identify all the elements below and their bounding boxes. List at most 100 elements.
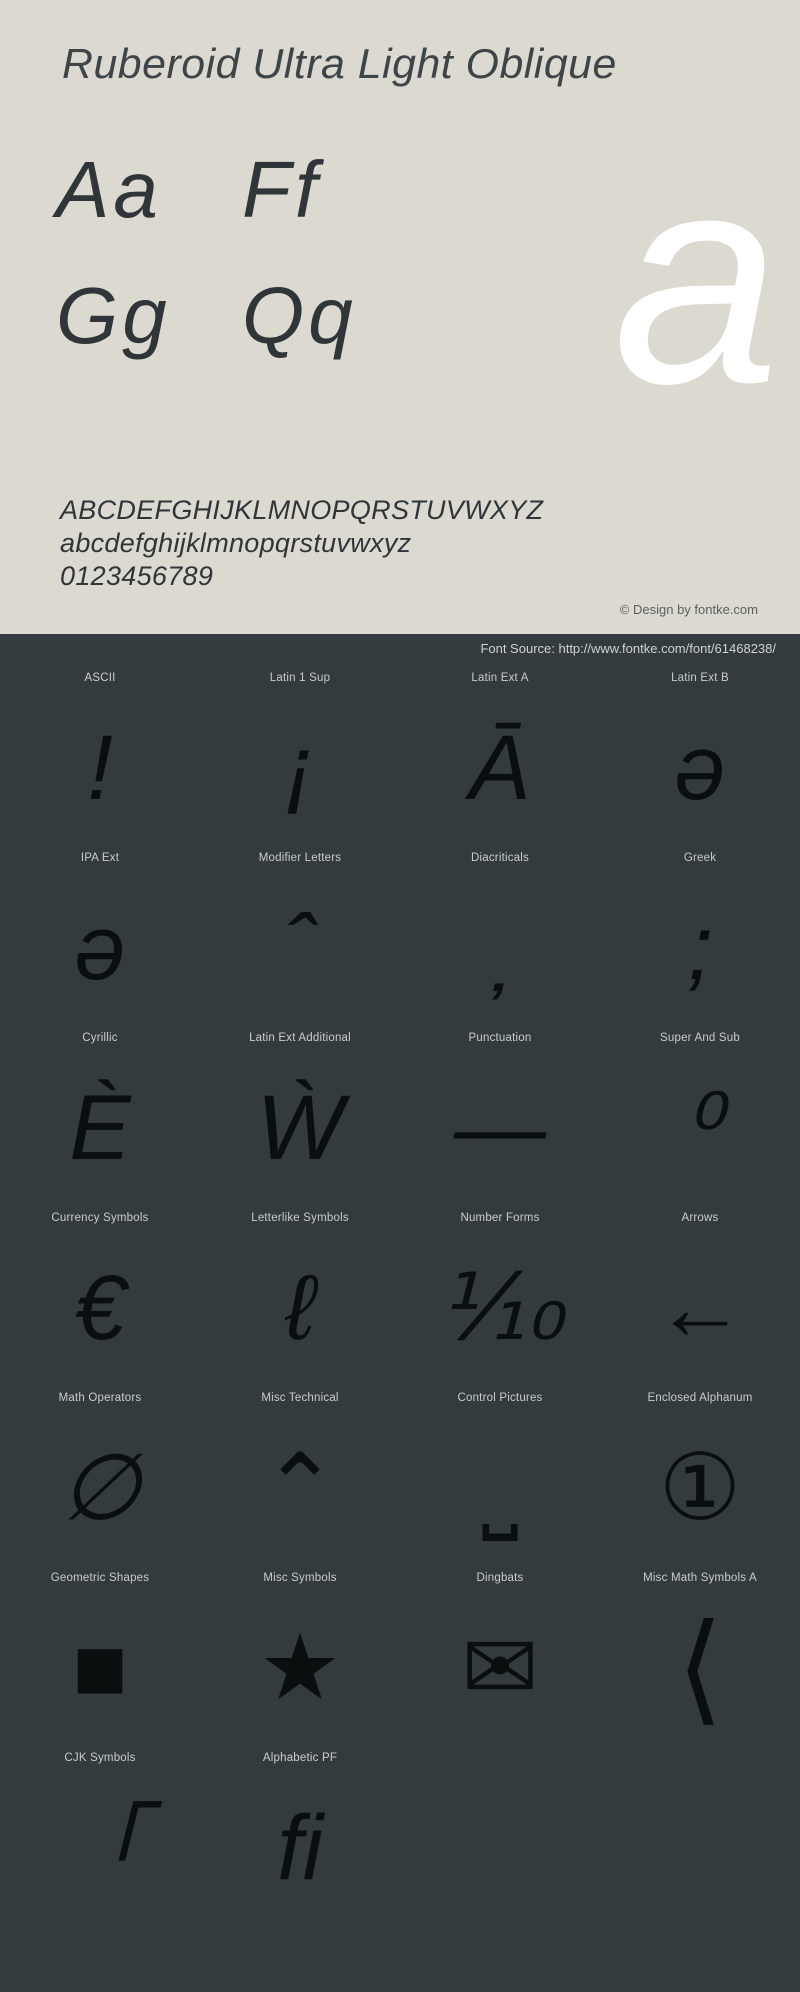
alphabet-block: ABCDEFGHIJKLMNOPQRSTUVWXYZ abcdefghijklm… xyxy=(60,494,543,593)
watermark-glyph: a xyxy=(613,110,780,446)
unicode-block-cell[interactable]: CJK Symbols 「 xyxy=(0,1748,200,1928)
unicode-block-row: CJK Symbols 「 Alphabetic PF ﬁ xyxy=(0,1748,800,1928)
unicode-block-glyph: ⌃ xyxy=(261,1437,339,1539)
unicode-block-label: Arrows xyxy=(681,1212,719,1224)
unicode-block-cell[interactable]: Letterlike Symbols ℓ xyxy=(200,1208,400,1388)
unicode-block-label: Dingbats xyxy=(476,1572,524,1584)
unicode-block-cell[interactable]: Latin Ext Additional Ẁ xyxy=(200,1028,400,1208)
letter-pair-row: Gg Qq xyxy=(56,276,476,402)
unicode-block-cell[interactable]: Math Operators ∅ xyxy=(0,1388,200,1568)
unicode-block-label: ASCII xyxy=(84,672,116,684)
unicode-block-cell[interactable]: Control Pictures ⎵ xyxy=(400,1388,600,1568)
unicode-block-cell[interactable]: Alphabetic PF ﬁ xyxy=(200,1748,400,1928)
specimen-preview-panel: a Ruberoid Ultra Light Oblique Aa Ff Gg … xyxy=(0,0,800,634)
letter-pair-sample: Gg xyxy=(56,271,171,360)
unicode-block-glyph: ə xyxy=(74,897,126,999)
unicode-block-label: Latin Ext Additional xyxy=(249,1032,351,1044)
unicode-block-cell[interactable]: Geometric Shapes ■ xyxy=(0,1568,200,1748)
letter-pair-sample: Ff xyxy=(242,145,322,234)
unicode-block-cell[interactable]: Greek ; xyxy=(600,848,800,1028)
unicode-block-cell[interactable]: Enclosed Alphanum ① xyxy=(600,1388,800,1568)
alphabet-uppercase-line: ABCDEFGHIJKLMNOPQRSTUVWXYZ xyxy=(60,495,544,525)
unicode-block-glyph xyxy=(400,1768,600,1928)
unicode-block-cell xyxy=(400,1748,600,1928)
unicode-block-cell[interactable]: Latin Ext B ǝ xyxy=(600,668,800,848)
unicode-block-cell[interactable]: Super And Sub ⁰ xyxy=(600,1028,800,1208)
unicode-block-glyph: — xyxy=(454,1077,546,1179)
page-title: Ruberoid Ultra Light Oblique xyxy=(62,40,617,87)
font-specimen-page: a Ruberoid Ultra Light Oblique Aa Ff Gg … xyxy=(0,0,800,1992)
unicode-block-glyph: ■ xyxy=(72,1617,128,1719)
unicode-block-label: Punctuation xyxy=(468,1032,532,1044)
unicode-block-label: Cyrillic xyxy=(82,1032,118,1044)
unicode-block-label: CJK Symbols xyxy=(64,1752,136,1764)
unicode-block-label: Letterlike Symbols xyxy=(251,1212,349,1224)
unicode-block-cell[interactable]: ASCII ! xyxy=(0,668,200,848)
unicode-block-cell[interactable]: Latin Ext A Ā xyxy=(400,668,600,848)
unicode-block-row: IPA Ext ə Modifier Letters ˆ Diacritical… xyxy=(0,848,800,1028)
unicode-block-glyph: ⅒ xyxy=(436,1257,564,1359)
unicode-block-label: Modifier Letters xyxy=(258,852,342,864)
unicode-block-glyph: ⁰ xyxy=(681,1077,719,1179)
unicode-block-label: Currency Symbols xyxy=(51,1212,149,1224)
unicode-block-label: Super And Sub xyxy=(660,1032,740,1044)
unicode-block-label: Number Forms xyxy=(460,1212,540,1224)
unicode-block-row: ASCII ! Latin 1 Sup ¡ Latin Ext A Ā Lati… xyxy=(0,668,800,848)
unicode-block-glyph: Ẁ xyxy=(256,1077,344,1179)
unicode-block-cell xyxy=(600,1748,800,1928)
unicode-block-glyph: ← xyxy=(654,1257,746,1359)
unicode-block-cell[interactable]: Dingbats ✉ xyxy=(400,1568,600,1748)
unicode-block-glyph: ˆ xyxy=(284,897,316,999)
unicode-block-cell[interactable]: Punctuation — xyxy=(400,1028,600,1208)
unicode-block-cell[interactable]: Misc Math Symbols A ⟨ xyxy=(600,1568,800,1748)
unicode-block-glyph: Ѐ xyxy=(69,1077,131,1179)
letter-pair-grid: Aa Ff Gg Qq xyxy=(56,150,476,402)
unicode-block-grid: ASCII ! Latin 1 Sup ¡ Latin Ext A Ā Lati… xyxy=(0,662,800,1928)
unicode-block-glyph: ; xyxy=(687,897,713,999)
unicode-blocks-panel: Font Source: http://www.fontke.com/font/… xyxy=(0,634,800,1992)
unicode-block-label: Alphabetic PF xyxy=(262,1752,338,1764)
unicode-block-cell[interactable]: Number Forms ⅒ xyxy=(400,1208,600,1388)
font-source-link[interactable]: Font Source: http://www.fontke.com/font/… xyxy=(480,641,776,656)
letter-pair-sample: Aa xyxy=(56,145,162,234)
unicode-block-cell[interactable]: Misc Technical ⌃ xyxy=(200,1388,400,1568)
unicode-block-glyph: ⎵ xyxy=(481,1437,519,1539)
unicode-block-cell[interactable]: IPA Ext ə xyxy=(0,848,200,1028)
unicode-block-cell[interactable]: Misc Symbols ★ xyxy=(200,1568,400,1748)
unicode-block-glyph: ̦ xyxy=(400,868,600,1028)
unicode-block-cell[interactable]: Modifier Letters ˆ xyxy=(200,848,400,1028)
alphabet-lowercase-line: abcdefghijklmnopqrstuvwxyz xyxy=(60,528,412,558)
alphabet-digits-line: 0123456789 xyxy=(60,561,214,591)
unicode-block-label: Diacriticals xyxy=(471,852,529,864)
unicode-block-glyph: ★ xyxy=(258,1617,342,1719)
unicode-block-glyph: ! xyxy=(87,717,113,819)
unicode-block-glyph: Ā xyxy=(469,717,531,819)
unicode-block-row: Math Operators ∅ Misc Technical ⌃ Contro… xyxy=(0,1388,800,1568)
font-source-bar: Font Source: http://www.fontke.com/font/… xyxy=(0,634,800,662)
unicode-block-label: Misc Symbols xyxy=(263,1572,337,1584)
unicode-block-glyph: ∅ xyxy=(59,1437,141,1539)
unicode-block-label: Latin 1 Sup xyxy=(269,672,331,684)
unicode-block-glyph: € xyxy=(74,1257,126,1359)
unicode-block-label: Greek xyxy=(683,852,717,864)
unicode-block-glyph: ✉ xyxy=(461,1617,539,1719)
unicode-block-glyph: ¡ xyxy=(284,717,316,819)
unicode-block-label: Misc Math Symbols A xyxy=(643,1572,757,1584)
unicode-block-glyph: 「 xyxy=(53,1797,146,1899)
design-credit: © Design by fontke.com xyxy=(619,602,758,617)
unicode-block-cell[interactable]: Cyrillic Ѐ xyxy=(0,1028,200,1208)
unicode-block-label: Control Pictures xyxy=(457,1392,543,1404)
letter-pair-row: Aa Ff xyxy=(56,150,476,276)
unicode-block-glyph: ﬁ xyxy=(277,1797,323,1899)
unicode-block-cell[interactable]: Latin 1 Sup ¡ xyxy=(200,668,400,848)
unicode-block-label: IPA Ext xyxy=(80,852,120,864)
unicode-block-row: Cyrillic Ѐ Latin Ext Additional Ẁ Punctu… xyxy=(0,1028,800,1208)
unicode-block-glyph: ǝ xyxy=(674,717,726,819)
unicode-block-cell[interactable]: Currency Symbols € xyxy=(0,1208,200,1388)
unicode-block-row: Geometric Shapes ■ Misc Symbols ★ Dingba… xyxy=(0,1568,800,1748)
unicode-block-label: Enclosed Alphanum xyxy=(647,1392,753,1404)
unicode-block-glyph: ⟨ xyxy=(676,1601,724,1735)
unicode-block-cell[interactable]: Diacriticals ̦ xyxy=(400,848,600,1028)
unicode-block-cell[interactable]: Arrows ← xyxy=(600,1208,800,1388)
unicode-block-glyph: ℓ xyxy=(285,1257,315,1359)
